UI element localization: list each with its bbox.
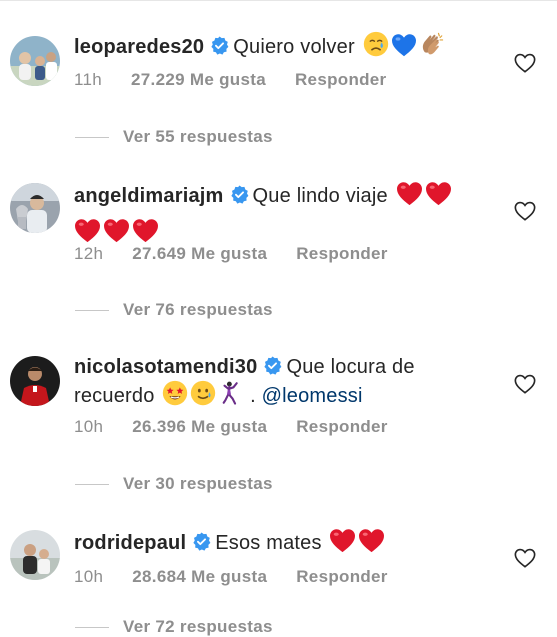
red-heart-emoji-icon <box>396 181 423 206</box>
view-replies-button[interactable]: Ver 72 respuestas <box>75 617 273 637</box>
reply-button[interactable]: Responder <box>296 567 388 586</box>
comment-text-line1: Que locura de <box>286 356 415 378</box>
comment-likes-count[interactable]: 27.229 Me gusta <box>131 70 266 89</box>
comment-text-block: leoparedes20 Quiero volver <box>74 31 494 60</box>
like-heart-icon[interactable] <box>514 200 536 222</box>
red-heart-emoji-icon <box>358 528 385 553</box>
comment-text: Esos mates <box>215 532 322 554</box>
separator-dot: . <box>250 385 256 407</box>
view-replies-button[interactable]: Ver 55 respuestas <box>75 127 273 147</box>
comment-text: Quiero volver <box>233 36 355 58</box>
mention-link[interactable]: @leomessi <box>262 385 363 407</box>
like-heart-icon[interactable] <box>514 547 536 569</box>
comment-time: 10h <box>74 417 104 436</box>
avatar[interactable] <box>10 530 60 580</box>
view-replies-label: Ver 55 respuestas <box>123 127 273 146</box>
replies-divider <box>75 309 109 311</box>
comment-text-block: angeldimariajm Que lindo viaje <box>74 181 494 246</box>
comment-username[interactable]: leoparedes20 <box>74 36 204 58</box>
comment-meta: 12h 27.649 Me gusta Responder <box>74 244 412 264</box>
verified-badge-icon <box>230 185 249 204</box>
blue-heart-emoji-icon <box>391 33 417 57</box>
comment-username[interactable]: rodridepaul <box>74 532 186 554</box>
clapping-hands-emoji-icon <box>419 31 445 57</box>
red-heart-emoji-icon <box>132 218 159 243</box>
verified-badge-icon <box>192 532 211 551</box>
reply-button[interactable]: Responder <box>295 70 387 89</box>
comment-text: Que lindo viaje <box>252 185 388 207</box>
red-heart-emoji-icon <box>74 218 101 243</box>
star-struck-emoji-icon <box>162 380 188 406</box>
replies-divider <box>75 626 109 628</box>
avatar[interactable] <box>10 356 60 406</box>
view-replies-label: Ver 30 respuestas <box>123 474 273 493</box>
red-heart-emoji-icon <box>329 528 356 553</box>
view-replies-button[interactable]: Ver 30 respuestas <box>75 474 273 494</box>
verified-badge-icon <box>263 356 282 375</box>
view-replies-label: Ver 72 respuestas <box>123 617 273 636</box>
comment-likes-count[interactable]: 26.396 Me gusta <box>132 417 267 436</box>
like-heart-icon[interactable] <box>514 52 536 74</box>
comment-meta: 10h 28.684 Me gusta Responder <box>74 567 412 587</box>
avatar[interactable] <box>10 36 60 86</box>
comment-text-block: nicolasotamendi30 Que locura de recuerdo … <box>74 355 494 409</box>
view-replies-label: Ver 76 respuestas <box>123 300 273 319</box>
comment-meta: 10h 26.396 Me gusta Responder <box>74 417 412 437</box>
red-heart-emoji-icon <box>103 218 130 243</box>
comment-likes-count[interactable]: 28.684 Me gusta <box>132 567 267 586</box>
replies-divider <box>75 136 109 138</box>
smiling-tear-emoji-icon <box>190 380 216 406</box>
crying-face-emoji-icon <box>363 31 389 57</box>
top-divider <box>0 0 557 1</box>
comment-time: 11h <box>74 70 103 89</box>
comment-text-line2: recuerdo <box>74 385 155 407</box>
reply-button[interactable]: Responder <box>296 244 388 263</box>
red-heart-emoji-icon <box>425 181 452 206</box>
comment-text-block: rodridepaul Esos mates <box>74 528 494 556</box>
comment-likes-count[interactable]: 27.649 Me gusta <box>132 244 267 263</box>
view-replies-button[interactable]: Ver 76 respuestas <box>75 300 273 320</box>
reply-button[interactable]: Responder <box>296 417 388 436</box>
dancer-emoji-icon <box>218 380 244 406</box>
comment-time: 12h <box>74 244 104 263</box>
replies-divider <box>75 483 109 485</box>
avatar[interactable] <box>10 183 60 233</box>
comment-meta: 11h 27.229 Me gusta Responder <box>74 70 410 90</box>
like-heart-icon[interactable] <box>514 373 536 395</box>
verified-badge-icon <box>210 36 229 55</box>
comment-username[interactable]: angeldimariajm <box>74 185 224 207</box>
comment-time: 10h <box>74 567 104 586</box>
comment-username[interactable]: nicolasotamendi30 <box>74 356 257 378</box>
